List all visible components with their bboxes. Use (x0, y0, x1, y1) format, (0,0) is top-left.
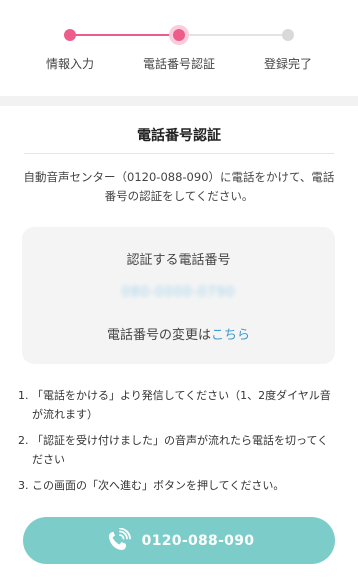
instruction-item: 3. この画面の「次へ進む」ボタンを押してください。 (18, 476, 336, 495)
title-divider (24, 153, 334, 154)
instruction-text: この画面の「次へ進む」ボタンを押してください。 (32, 479, 285, 492)
instruction-list: 1. 「電話をかける」より発信してください（1、2度ダイヤル音が流れます） 2.… (18, 386, 336, 502)
instruction-number: 3. (18, 479, 29, 492)
progress-stepper: 情報入力 電話番号認証 登録完了 (0, 0, 358, 96)
instruction-item: 2. 「認証を受け付けました」の音声が流れたら電話を切ってください (18, 431, 336, 469)
change-number-text: 電話番号の変更はこちら (22, 324, 335, 343)
change-number-link[interactable]: こちら (211, 328, 250, 343)
step-2-label: 電話番号認証 (142, 57, 216, 71)
step-connector-pending (179, 34, 288, 36)
description-text: 自動音声センター（0120-088-090）に電話をかけて、電話番号の認証をして… (23, 170, 335, 203)
step-2-dot (173, 29, 185, 41)
step-3-dot (282, 29, 294, 41)
call-button[interactable]: 0120-088-090 (23, 517, 335, 564)
instruction-number: 1. (18, 389, 29, 402)
section-separator (0, 96, 358, 106)
phone-number-card: 認証する電話番号 080-0000-0790 電話番号の変更はこちら (22, 227, 335, 364)
instruction-text: 「認証を受け付けました」の音声が流れたら電話を切ってください (32, 434, 329, 466)
card-label: 認証する電話番号 (126, 253, 231, 268)
step-connector-done (70, 34, 179, 36)
phone-call-icon (104, 527, 134, 554)
page-title: 電話番号認証 (137, 128, 221, 144)
instruction-number: 2. (18, 434, 29, 447)
instruction-text: 「電話をかける」より発信してください（1、2度ダイヤル音が流れます） (32, 389, 331, 421)
step-1-dot (64, 29, 76, 41)
step-3-label: 登録完了 (263, 57, 313, 71)
step-1-label: 情報入力 (45, 57, 95, 71)
call-button-label: 0120-088-090 (141, 532, 255, 549)
instruction-item: 1. 「電話をかける」より発信してください（1、2度ダイヤル音が流れます） (18, 386, 336, 424)
masked-phone-number: 080-0000-0790 (121, 285, 236, 300)
change-prefix: 電話番号の変更は (106, 328, 211, 343)
